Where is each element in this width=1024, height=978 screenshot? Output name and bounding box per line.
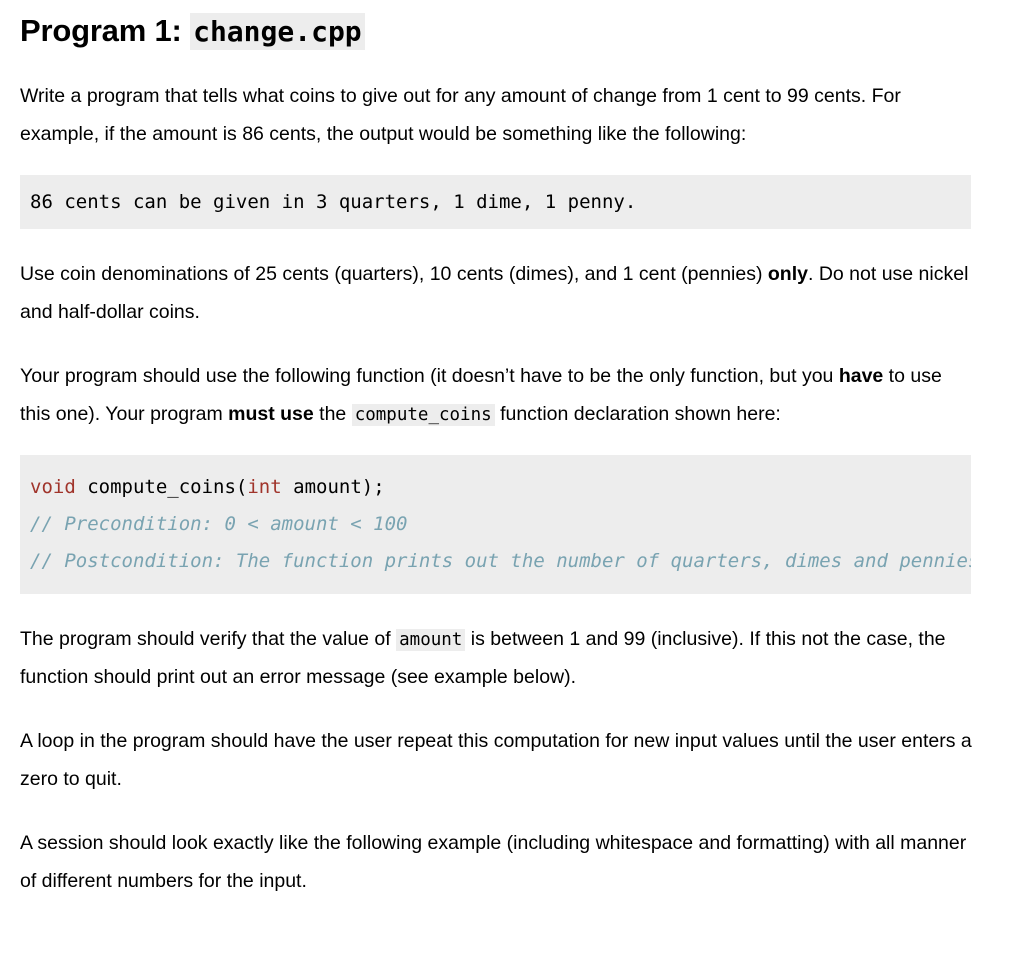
- paragraph-denominations: Use coin denominations of 25 cents (quar…: [20, 255, 977, 331]
- inline-code-amount: amount: [396, 629, 466, 652]
- page-title-prefix: Program 1:: [20, 13, 182, 48]
- paragraph-denominations-text-a: Use coin denominations of 25 cents (quar…: [20, 262, 768, 285]
- paragraph-function-text-a: Your program should use the following fu…: [20, 365, 839, 387]
- paragraph-loop-text: A loop in the program should have the us…: [20, 730, 972, 791]
- paragraph-function-emphasis-have: have: [838, 365, 884, 387]
- keyword-void: void: [30, 476, 76, 499]
- code-line-postcondition: // Postcondition: The function prints ou…: [30, 550, 971, 573]
- keyword-int: int: [247, 476, 282, 499]
- paragraph-loop: A loop in the program should have the us…: [20, 722, 977, 798]
- signature-end: amount);: [281, 476, 385, 499]
- paragraph-function-requirement: Your program should use the following fu…: [20, 357, 977, 433]
- code-block-output-example: 86 cents can be given in 3 quarters, 1 d…: [20, 174, 971, 229]
- inline-code-compute-coins: compute_coins: [351, 404, 495, 427]
- page-title-filename: change.cpp: [190, 13, 365, 50]
- paragraph-function-text-d: function declaration shown here:: [494, 403, 781, 426]
- paragraph-verify-text-a: The program should verify that the value…: [20, 628, 397, 651]
- page-title: Program 1: change.cpp: [20, 12, 1004, 51]
- paragraph-verify: The program should verify that the value…: [20, 620, 977, 696]
- code-block-function-declaration: void compute_coins(int amount); // Precon…: [20, 455, 971, 595]
- paragraph-denominations-emphasis: only: [767, 262, 808, 285]
- paragraph-intro: Write a program that tells what coins to…: [20, 77, 977, 153]
- paragraph-session: A session should look exactly like the f…: [20, 824, 977, 900]
- signature-mid: compute_coins(: [75, 476, 248, 499]
- paragraph-intro-text: Write a program that tells what coins to…: [20, 84, 901, 145]
- code-line-output-example: 86 cents can be given in 3 quarters, 1 d…: [30, 190, 637, 213]
- document-page: Program 1: change.cpp Write a program th…: [0, 12, 1024, 900]
- code-line-precondition: // Precondition: 0 < amount < 100: [30, 513, 408, 536]
- paragraph-session-text: A session should look exactly like the f…: [20, 832, 967, 893]
- paragraph-function-emphasis-must-use: must use: [228, 403, 314, 426]
- code-line-signature: void compute_coins(int amount);: [30, 469, 961, 506]
- paragraph-function-text-c: the: [313, 403, 352, 426]
